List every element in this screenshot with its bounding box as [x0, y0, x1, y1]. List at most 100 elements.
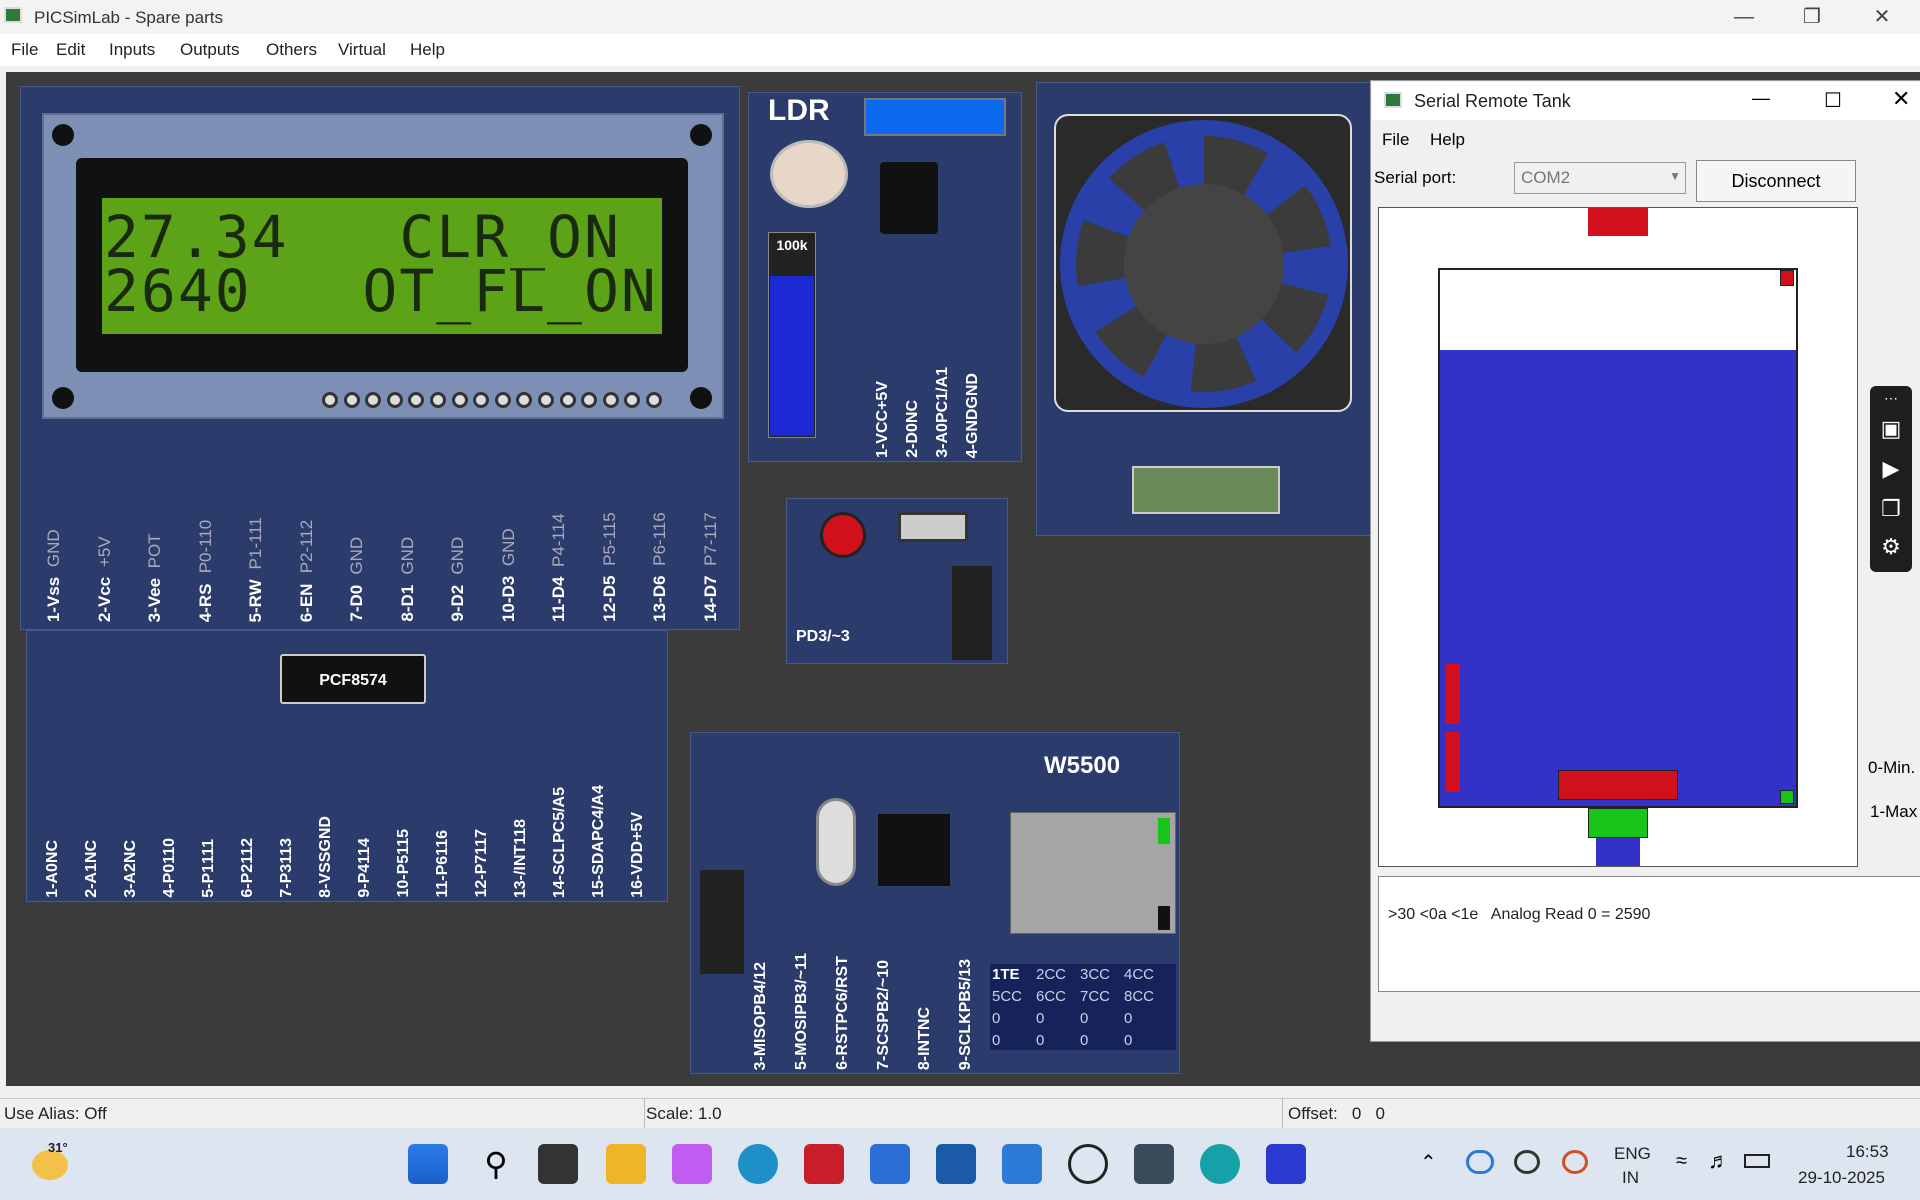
mount-hole — [52, 124, 74, 146]
pin-name: 2-D0 — [904, 423, 921, 458]
pin-name: 6-RST — [834, 1023, 851, 1070]
menu-help[interactable]: Help — [410, 40, 445, 60]
wifi-icon[interactable]: ≈ — [1676, 1150, 1687, 1173]
menu-file[interactable]: File — [11, 40, 38, 60]
settings-gear-icon[interactable]: ⚙ — [1877, 534, 1905, 560]
menu-inputs[interactable]: Inputs — [109, 40, 155, 60]
status-divider — [644, 1098, 645, 1128]
edge-icon[interactable] — [738, 1144, 778, 1184]
task-view-icon[interactable] — [538, 1144, 578, 1184]
language-line-2[interactable]: IN — [1622, 1168, 1639, 1188]
video-icon[interactable]: ▶ — [1877, 456, 1905, 482]
weather-temp: 31° — [48, 1140, 68, 1155]
window-icon[interactable]: ❐ — [1877, 496, 1905, 522]
chevron-down-icon: ▼ — [1669, 169, 1681, 183]
clock-date[interactable]: 29-10-2025 — [1798, 1168, 1885, 1188]
lcd-pin — [538, 392, 554, 408]
pin-name: 4-P0 — [161, 864, 178, 898]
store-icon[interactable] — [870, 1144, 910, 1184]
slide-switch[interactable] — [898, 512, 968, 542]
chatgpt-icon[interactable] — [1068, 1144, 1108, 1184]
pin-label: 5-RW P1-111 — [246, 517, 266, 622]
battery-icon[interactable] — [1744, 1154, 1770, 1168]
pin-name: 13-/INT — [512, 844, 529, 898]
dialog-close-button[interactable]: ✕ — [1892, 86, 1910, 112]
pin-name: 7-P3 — [278, 864, 295, 898]
pin-label: 15-SDAPC4/A4 — [590, 785, 608, 898]
pin-signal: PC4/A4 — [590, 785, 607, 842]
lcd-pin — [559, 392, 576, 408]
menu-others[interactable]: Others — [266, 40, 317, 60]
chevron-up-icon[interactable]: ⌃ — [1420, 1150, 1437, 1175]
pin-label: 13-D6 P6-116 — [650, 512, 670, 622]
pin-name: 12-D5 — [599, 575, 619, 622]
onedrive-icon[interactable] — [1466, 1150, 1494, 1174]
outlook-icon[interactable] — [1002, 1144, 1042, 1184]
dell-icon[interactable] — [936, 1144, 976, 1184]
ldr-slider-fill[interactable] — [770, 275, 814, 436]
search-icon[interactable]: ⚲ — [476, 1144, 516, 1184]
pin-name: 3-A0 — [934, 423, 951, 458]
lcd-pin — [343, 392, 360, 408]
serial-log[interactable] — [1378, 876, 1920, 992]
dialog-maximize-button[interactable]: ☐ — [1824, 88, 1842, 113]
window-title: PICSimLab - Spare parts — [34, 8, 223, 27]
dialog-menu-help[interactable]: Help — [1430, 130, 1465, 150]
pin-signal: NC — [916, 1006, 933, 1030]
pin-name: 4-RS — [195, 583, 215, 622]
pin-label: 10-D3 GND — [499, 528, 519, 622]
serial-port-label: Serial port: — [1374, 168, 1457, 187]
menu-edit[interactable]: Edit — [56, 40, 85, 60]
sync-icon[interactable] — [1562, 1150, 1588, 1174]
pin-label: 5-MOSIPB3/~11 — [793, 953, 811, 1070]
clock-time[interactable]: 16:53 — [1846, 1142, 1889, 1162]
pin-signal: NC — [83, 840, 100, 864]
camera-icon[interactable]: ▣ — [1877, 416, 1905, 442]
mount-hole — [690, 124, 712, 146]
ldr-trim-pot[interactable] — [864, 98, 1006, 136]
mount-hole — [52, 387, 74, 409]
pin-signal: 118 — [512, 818, 529, 845]
volume-icon[interactable]: ♬ — [1708, 1148, 1730, 1174]
disconnect-button[interactable]: Disconnect — [1696, 160, 1856, 202]
lcd-pin — [494, 392, 511, 408]
fan-relay — [1132, 466, 1280, 514]
close-button[interactable]: ✕ — [1852, 0, 1912, 34]
button-pin-label: PD3/~3 — [796, 628, 850, 645]
pin-label: 13-/INT118 — [512, 819, 530, 898]
pin-label: 2-D0NC — [904, 400, 922, 458]
serial-log-text: >30 <0a <1e Analog Read 0 = 2590 — [1388, 906, 1651, 923]
menu-outputs[interactable]: Outputs — [180, 40, 240, 60]
w5500-title: W5500 — [1044, 752, 1121, 779]
pin-signal: GND — [498, 527, 518, 566]
pin-label: 4-RS P0-110 — [196, 520, 216, 622]
picsimlab-icon[interactable] — [1134, 1144, 1174, 1184]
socket-cell: 0 — [1080, 1032, 1089, 1049]
pin-name: 2-A1 — [83, 863, 100, 898]
pin-icon[interactable]: ⋯ — [1877, 390, 1905, 416]
start-icon[interactable] — [408, 1144, 448, 1184]
pin-name: 14-SCL — [551, 842, 568, 898]
pin-name: 2-Vcc — [94, 576, 114, 622]
file-explorer-icon[interactable] — [606, 1144, 646, 1184]
security-icon[interactable] — [1514, 1150, 1540, 1174]
mcafee-icon[interactable] — [804, 1144, 844, 1184]
simulator-active-icon[interactable] — [1266, 1144, 1306, 1184]
arduino-icon[interactable] — [1200, 1144, 1240, 1184]
copilot-icon[interactable] — [672, 1144, 712, 1184]
dialog-menu-file[interactable]: File — [1382, 130, 1409, 150]
dialog-minimize-button[interactable]: — — [1752, 88, 1770, 109]
red-pushbutton[interactable] — [820, 512, 866, 558]
mount-hole — [690, 387, 712, 409]
status-scale: Scale: 1.0 — [646, 1104, 722, 1123]
serial-port-select[interactable]: COM2 ▼ — [1514, 162, 1686, 194]
restore-button[interactable]: ❐ — [1782, 0, 1842, 34]
ldr-slider-label: 100k — [776, 237, 808, 253]
language-line-1[interactable]: ENG — [1614, 1144, 1651, 1164]
socket-cell: 1TE — [992, 966, 1020, 983]
menu-virtual[interactable]: Virtual — [338, 40, 386, 60]
minimize-button[interactable]: — — [1714, 0, 1774, 34]
pin-name: 9-D2 — [448, 585, 467, 622]
pin-signal: P4-114 — [549, 513, 568, 567]
pin-label: 1-VCC+5V — [874, 381, 892, 458]
